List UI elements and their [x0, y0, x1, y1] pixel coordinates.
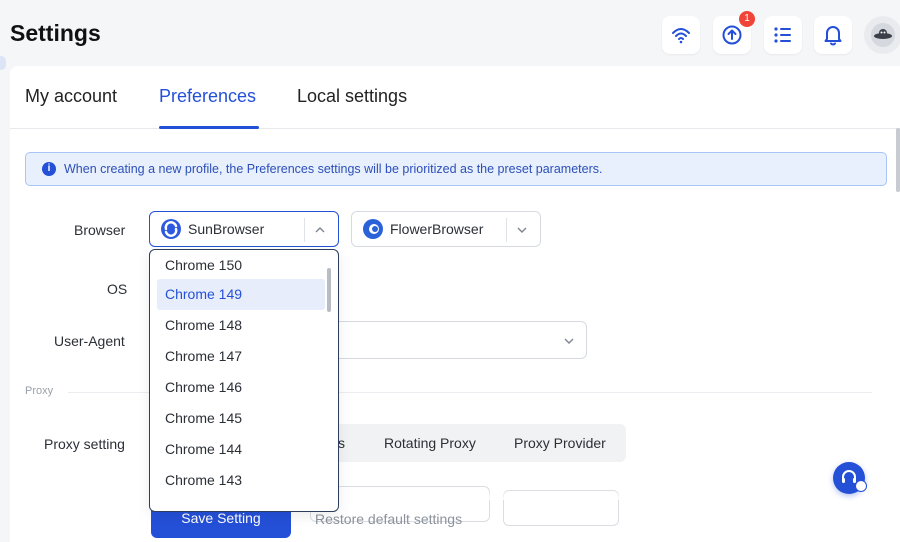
chevron-down-icon[interactable]: [559, 331, 579, 351]
sunbrowser-logo-icon: [161, 219, 181, 239]
browser1-value: SunBrowser: [188, 221, 265, 237]
list-button[interactable]: [764, 16, 802, 54]
tab-preferences[interactable]: Preferences: [159, 86, 256, 107]
bottom-fade: [10, 490, 900, 500]
upload-icon: [722, 25, 742, 45]
tab-my-account[interactable]: My account: [25, 86, 117, 107]
dropdown-option[interactable]: Chrome 148: [150, 310, 328, 341]
upload-badge: 1: [739, 11, 755, 27]
browser2-value: FlowerBrowser: [390, 221, 484, 237]
browser-select-flowerbrowser[interactable]: FlowerBrowser: [351, 211, 541, 247]
user-agent-label: User-Agent: [54, 333, 125, 349]
dropdown-option[interactable]: Chrome 146: [150, 372, 328, 403]
wifi-icon: [672, 28, 690, 44]
proxy-setting-label: Proxy setting: [44, 436, 125, 452]
dropdown-option-selected[interactable]: Chrome 149: [157, 279, 325, 310]
dropdown-option[interactable]: Chrome 144: [150, 434, 328, 465]
user-agent-select[interactable]: [310, 321, 587, 359]
avatar[interactable]: [864, 16, 900, 54]
page-scrollbar[interactable]: [896, 128, 900, 192]
active-tab-indicator: [159, 126, 259, 129]
os-label: OS: [107, 281, 128, 297]
dropdown-scrollbar[interactable]: [327, 268, 331, 312]
arrow-icon: [855, 480, 867, 492]
info-icon: i: [42, 162, 56, 176]
browser-label: Browser: [74, 222, 126, 238]
info-text: When creating a new profile, the Prefere…: [64, 162, 603, 176]
page-title: Settings: [10, 20, 101, 46]
dropdown-option[interactable]: Chrome 143: [150, 465, 328, 496]
browser-select-sunbrowser[interactable]: SunBrowser: [149, 211, 339, 247]
tab-local-settings[interactable]: Local settings: [297, 86, 407, 107]
chevron-down-icon[interactable]: [512, 220, 532, 240]
select-divider: [304, 218, 305, 242]
bell-icon: [824, 26, 842, 46]
proxy-option-custom[interactable]: s: [338, 435, 345, 451]
proxy-mode-group: s Rotating Proxy Proxy Provider: [310, 424, 626, 462]
wifi-button[interactable]: [662, 16, 700, 54]
select-divider: [506, 218, 507, 242]
proxy-option-rotating[interactable]: Rotating Proxy: [384, 435, 476, 451]
notification-button[interactable]: [814, 16, 852, 54]
side-handle[interactable]: [0, 56, 6, 70]
list-icon: [774, 27, 791, 43]
info-banner: i When creating a new profile, the Prefe…: [25, 152, 887, 186]
settings-card: My account Preferences Local settings i …: [10, 66, 900, 542]
flowerbrowser-logo-icon: [363, 219, 383, 239]
upload-button[interactable]: 1: [713, 11, 755, 54]
tab-bar: My account Preferences Local settings: [10, 66, 900, 129]
restore-default-link[interactable]: Restore default settings: [315, 511, 462, 527]
proxy-section-label: Proxy: [25, 385, 54, 397]
dropdown-option[interactable]: Chrome 145: [150, 403, 328, 434]
proxy-option-provider[interactable]: Proxy Provider: [514, 435, 606, 451]
dropdown-option[interactable]: Chrome 150: [150, 250, 328, 281]
dropdown-option[interactable]: Chrome 147: [150, 341, 328, 372]
avatar-icon: [871, 23, 895, 47]
chevron-up-icon[interactable]: [310, 220, 330, 240]
chrome-version-dropdown: Chrome 150 Chrome 149 Chrome 148 Chrome …: [149, 249, 339, 512]
